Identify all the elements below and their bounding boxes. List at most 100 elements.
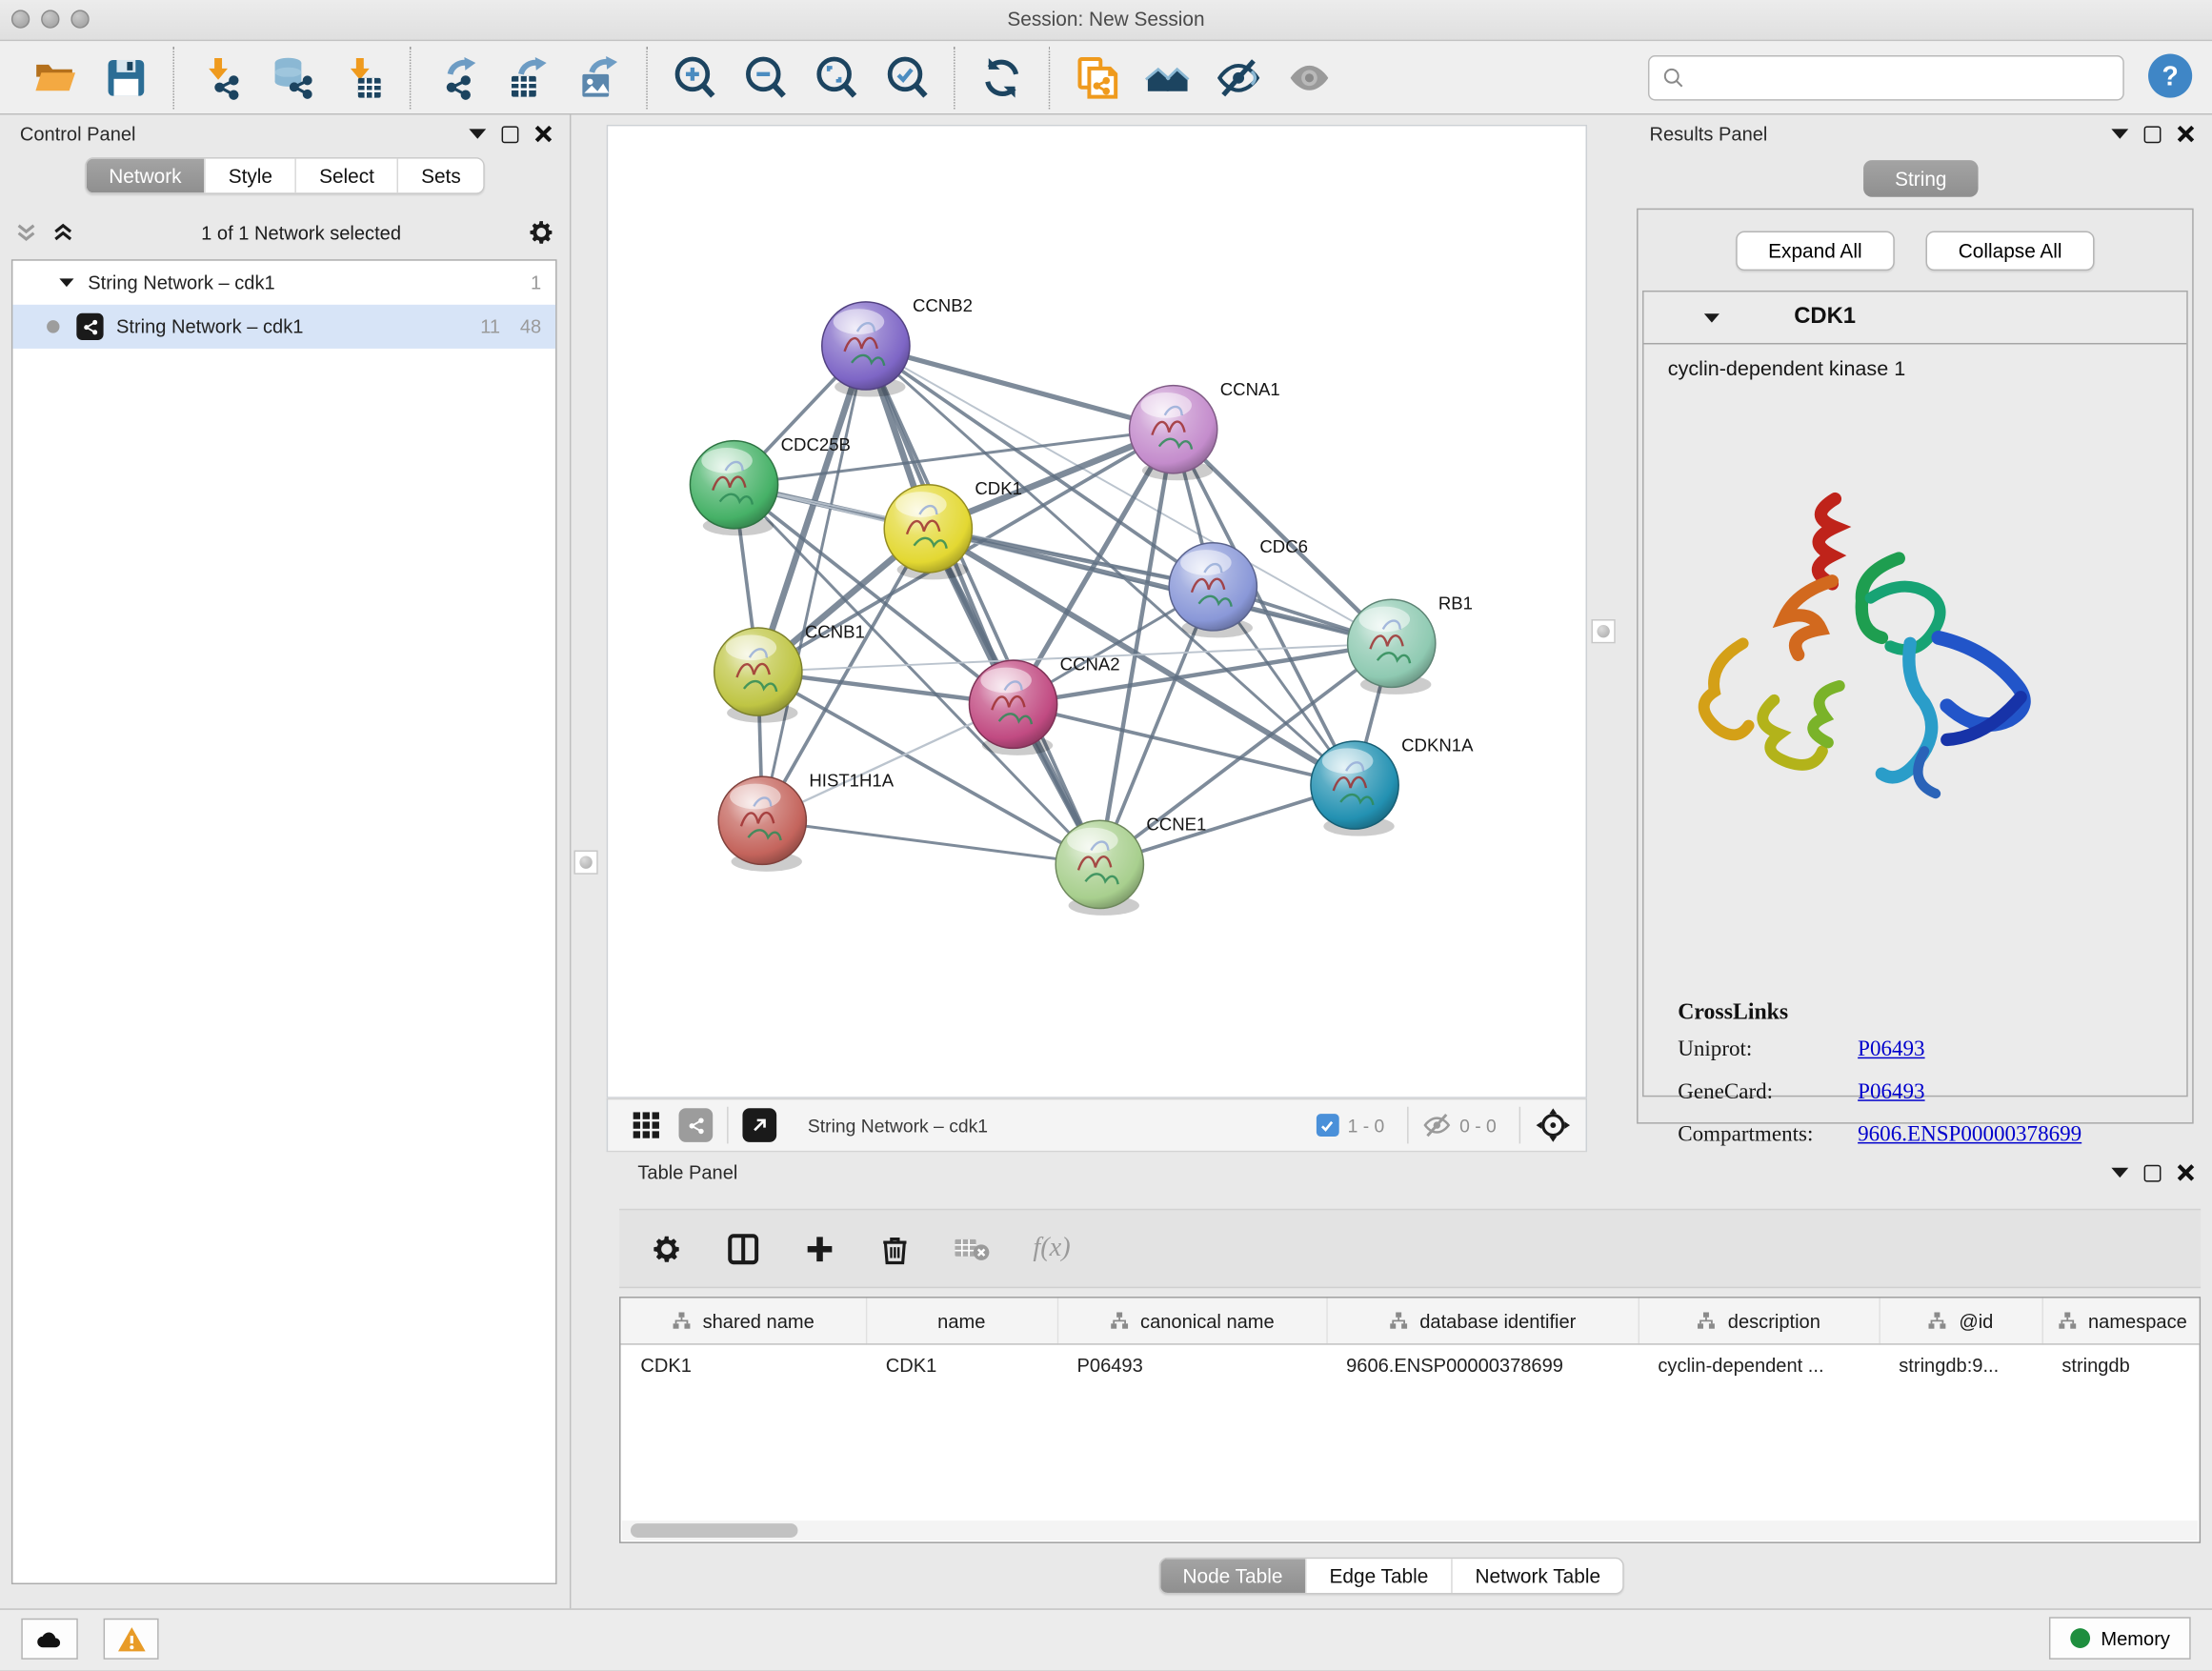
network-edge[interactable]	[762, 346, 866, 820]
tab-network[interactable]: Network	[86, 159, 204, 193]
cloud-status-button[interactable]	[21, 1619, 78, 1660]
grid-view-icon[interactable]	[631, 1110, 662, 1141]
panel-float-icon[interactable]	[502, 126, 519, 143]
birds-eye-navigator-icon[interactable]	[1535, 1107, 1572, 1144]
tab-string[interactable]: String	[1863, 160, 1978, 197]
export-image-button[interactable]	[573, 51, 625, 103]
import-table-button[interactable]	[337, 51, 389, 103]
scrollbar-thumb[interactable]	[631, 1523, 798, 1538]
node-label: CCNB2	[913, 295, 973, 315]
toolbar-separator	[1049, 46, 1050, 108]
tab-select[interactable]: Select	[295, 159, 397, 193]
network-graph[interactable]: CCNB2CCNA1CDC25BCDK1CDC6RB1CCNB1CCNA2CDK…	[608, 126, 1585, 1097]
crosslink-value-link[interactable]: P06493	[1858, 1079, 1924, 1105]
crosslinks-title: CrossLinks	[1678, 1000, 2081, 1026]
save-session-button[interactable]	[101, 51, 152, 103]
panel-close-icon[interactable]	[2177, 125, 2195, 143]
memory-button[interactable]: Memory	[2049, 1617, 2191, 1660]
column-header--id[interactable]: @id	[1879, 1299, 2041, 1344]
column-header-name[interactable]: name	[866, 1299, 1057, 1344]
panel-menu-icon[interactable]	[2111, 129, 2128, 138]
gene-name: CDK1	[1794, 305, 1856, 331]
show-all-button[interactable]	[1284, 51, 1336, 103]
section-collapse-icon[interactable]	[1704, 313, 1719, 322]
export-image-icon	[576, 54, 622, 100]
table-cell: P06493	[1057, 1344, 1327, 1384]
tab-network-table[interactable]: Network Table	[1451, 1559, 1623, 1593]
collapse-all-icon[interactable]	[14, 220, 38, 244]
column-header-canonical-name[interactable]: canonical name	[1057, 1299, 1327, 1344]
delete-table-button[interactable]	[954, 1230, 991, 1267]
column-header-shared-name[interactable]: shared name	[621, 1299, 866, 1344]
export-table-button[interactable]	[503, 51, 554, 103]
export-network-button[interactable]	[432, 51, 484, 103]
network-edge[interactable]	[762, 820, 1099, 864]
right-splitter-handle[interactable]	[1591, 619, 1615, 643]
hidden-eye-slash-icon[interactable]	[1422, 1111, 1451, 1139]
help-button[interactable]: ?	[2148, 54, 2192, 98]
zoom-out-button[interactable]	[739, 51, 791, 103]
table-horizontal-scrollbar[interactable]	[622, 1520, 2198, 1540]
zoom-in-button[interactable]	[669, 51, 720, 103]
table-options-button[interactable]	[651, 1232, 683, 1264]
node-highlight	[834, 309, 885, 334]
network-row[interactable]: String Network – cdk1 11 48	[12, 305, 555, 349]
gene-section: CDK1 cyclin-dependent kinase 1	[1642, 291, 2188, 1097]
results-panel-title: Results Panel	[1649, 123, 2111, 144]
crosslink-value-link[interactable]: P06493	[1858, 1037, 1924, 1063]
gene-section-header[interactable]: CDK1	[1644, 292, 2187, 344]
crosslink-value-link[interactable]: 9606.ENSP00000378699	[1858, 1122, 2081, 1148]
warning-status-button[interactable]	[104, 1619, 159, 1660]
panel-float-icon[interactable]	[2144, 126, 2162, 143]
expand-all-icon[interactable]	[51, 220, 75, 244]
column-tree-icon	[1389, 1312, 1409, 1330]
clone-network-button[interactable]	[1072, 51, 1123, 103]
first-neighbors-button[interactable]	[1142, 51, 1194, 103]
column-tree-icon	[1697, 1312, 1717, 1330]
duplicate-documents-icon	[1075, 54, 1120, 100]
panel-float-icon[interactable]	[2144, 1164, 2162, 1181]
column-label: database identifier	[1419, 1310, 1576, 1331]
panel-close-icon[interactable]	[2177, 1163, 2195, 1181]
column-header-database-identifier[interactable]: database identifier	[1326, 1299, 1638, 1344]
collection-expand-icon[interactable]	[59, 278, 73, 287]
selected-checkbox[interactable]	[1317, 1114, 1339, 1137]
add-column-button[interactable]	[803, 1232, 835, 1264]
left-splitter-handle[interactable]	[573, 851, 597, 875]
show-columns-button[interactable]	[726, 1231, 761, 1266]
collapse-all-button[interactable]: Collapse All	[1926, 231, 2095, 271]
network-view-icon[interactable]	[679, 1108, 714, 1142]
search-input[interactable]	[1694, 66, 2123, 90]
table-tabs: Node Table Edge Table Network Table	[571, 1558, 2212, 1595]
tab-style[interactable]: Style	[204, 159, 294, 193]
network-collection-row[interactable]: String Network – cdk1 1	[12, 261, 555, 305]
apply-layout-button[interactable]	[976, 51, 1028, 103]
zoom-fit-button[interactable]	[811, 51, 862, 103]
open-session-button[interactable]	[30, 51, 81, 103]
apply-function-button[interactable]: f(x)	[1033, 1233, 1070, 1264]
panel-menu-icon[interactable]	[2111, 1168, 2128, 1178]
expand-all-button[interactable]: Expand All	[1736, 231, 1895, 271]
network-canvas[interactable]: CCNB2CCNA1CDC25BCDK1CDC6RB1CCNB1CCNA2CDK…	[607, 125, 1587, 1098]
network-edge[interactable]	[928, 529, 1391, 643]
panel-close-icon[interactable]	[534, 125, 553, 143]
detach-view-icon[interactable]	[742, 1108, 776, 1142]
column-header-description[interactable]: description	[1639, 1299, 1880, 1344]
gear-icon[interactable]	[527, 218, 555, 247]
import-network-from-database-button[interactable]	[267, 51, 318, 103]
network-edge[interactable]	[866, 346, 1099, 864]
control-panel-tabs: Network Style Select Sets	[0, 157, 570, 194]
import-network-button[interactable]	[195, 51, 247, 103]
tab-sets[interactable]: Sets	[397, 159, 484, 193]
table-row[interactable]: CDK1CDK1P064939606.ENSP00000378699cyclin…	[621, 1344, 2202, 1384]
column-header-namespace[interactable]: namespace	[2042, 1299, 2202, 1344]
tab-edge-table[interactable]: Edge Table	[1305, 1559, 1451, 1593]
hide-selected-button[interactable]	[1213, 51, 1264, 103]
panel-menu-icon[interactable]	[469, 129, 486, 138]
tab-node-table[interactable]: Node Table	[1160, 1559, 1306, 1593]
zoom-selected-button[interactable]	[881, 51, 933, 103]
network-edge[interactable]	[1014, 704, 1355, 785]
network-node-count: 11	[480, 316, 500, 337]
export-table-icon	[506, 54, 552, 100]
delete-column-button[interactable]	[878, 1232, 911, 1264]
